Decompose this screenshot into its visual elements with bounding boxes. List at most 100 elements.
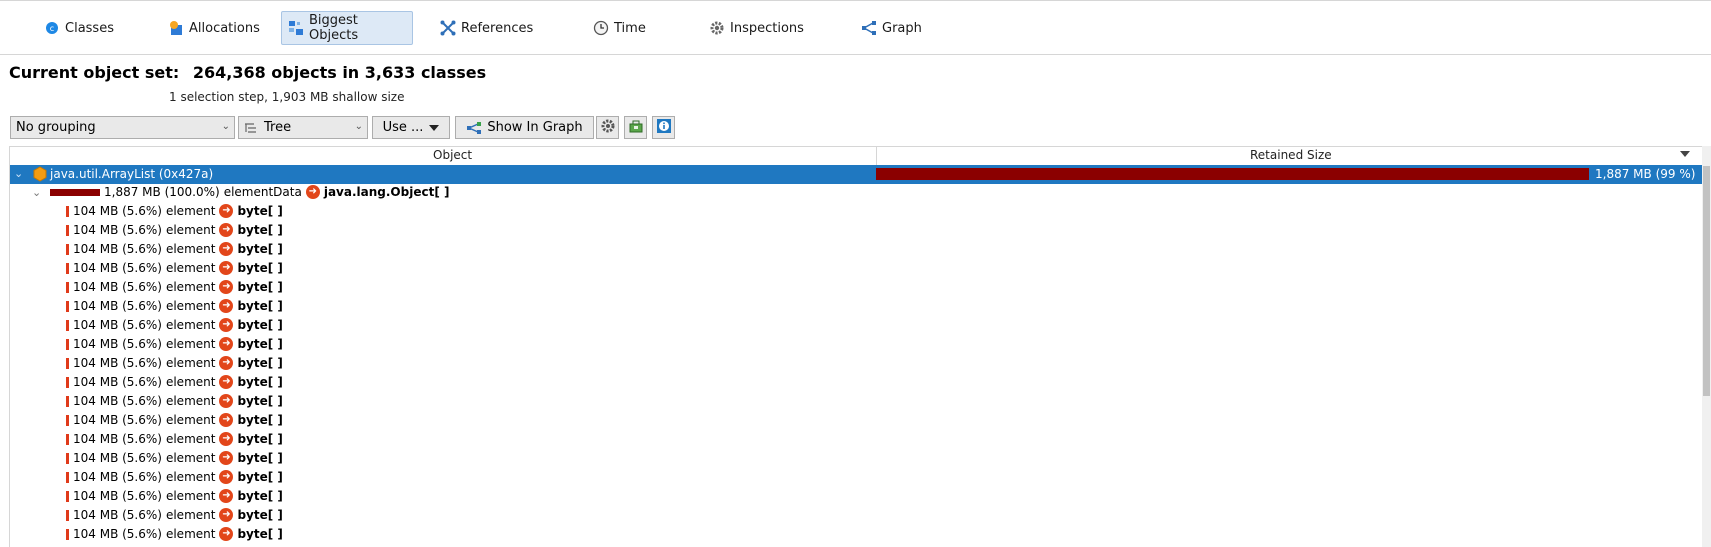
use-button[interactable]: Use ... [372,116,450,139]
chevron-down-icon: ⌄ [221,121,230,132]
grouping-select[interactable]: No grouping ⌄ [10,116,235,139]
row-field: element [165,375,216,389]
allocations-icon [168,20,184,36]
table-row[interactable]: 104 MB (5.6%) element ➜ byte[ ] [10,431,1702,450]
references-icon [440,20,456,36]
table-row[interactable]: 104 MB (5.6%) element ➜ byte[ ] [10,298,1702,317]
row-field: element [165,508,216,522]
row-size: 104 MB (5.6%) [73,356,162,370]
column-divider[interactable] [876,147,877,165]
tab-biggest-objects[interactable]: Biggest Objects [281,11,413,45]
class-instance-icon [32,166,48,182]
retained-percent-bar [66,433,69,445]
row-field: element [165,470,216,484]
row-type: byte[ ] [237,527,283,541]
show-in-graph-button[interactable]: Show In Graph [455,116,594,139]
graph-icon [861,20,877,36]
tab-inspections[interactable]: Inspections [703,11,810,45]
row-size: 104 MB (5.6%) [73,527,162,541]
chevron-down-icon[interactable]: ⌄ [14,167,23,180]
table-row[interactable]: 104 MB (5.6%) element ➜ byte[ ] [10,469,1702,488]
table-row-root[interactable]: ⌄ java.util.ArrayList (0x427a) 1,887 MB … [10,165,1702,184]
table-row[interactable]: 104 MB (5.6%) element ➜ byte[ ] [10,526,1702,545]
column-header-object[interactable]: Object [433,148,472,162]
row-type: byte[ ] [237,508,283,522]
row-type: byte[ ] [237,489,283,503]
column-header-retained-size[interactable]: Retained Size [1250,148,1332,162]
row-size: 104 MB (5.6%) [73,318,162,332]
row-size: 104 MB (5.6%) [73,299,162,313]
settings-button[interactable] [596,116,619,139]
row-size: 104 MB (5.6%) [73,432,162,446]
row-size: 104 MB (5.6%) [73,337,162,351]
row-size: 104 MB (5.6%) [73,261,162,275]
gear-icon [709,20,725,36]
chevron-down-icon: ⌄ [354,121,363,132]
row-type: byte[ ] [237,299,283,313]
row-field: element [165,394,216,408]
row-size: 104 MB (5.6%) [73,204,162,218]
vertical-scrollbar[interactable] [1702,146,1711,547]
table-row[interactable]: 104 MB (5.6%) element ➜ byte[ ] [10,222,1702,241]
row-field: element [165,451,216,465]
table-row[interactable]: 104 MB (5.6%) element ➜ byte[ ] [10,317,1702,336]
view-mode-value: Tree [264,120,292,135]
retained-percent-bar [66,395,69,407]
tab-time[interactable]: Time [587,11,652,45]
row-size: 104 MB (5.6%) [73,223,162,237]
scrollbar-thumb[interactable] [1703,166,1710,396]
row-field: element [165,242,216,256]
tab-classes[interactable]: c Classes [38,11,120,45]
export-button[interactable] [624,116,647,139]
tab-references[interactable]: References [434,11,539,45]
table-row[interactable]: 104 MB (5.6%) element ➜ byte[ ] [10,412,1702,431]
table-row[interactable]: 104 MB (5.6%) element ➜ byte[ ] [10,260,1702,279]
retained-percent-bar [66,338,69,350]
grouping-value: No grouping [16,120,96,135]
retained-percent-bar [66,243,69,255]
table-row[interactable]: 104 MB (5.6%) element ➜ byte[ ] [10,374,1702,393]
table-row[interactable]: 104 MB (5.6%) element ➜ byte[ ] [10,355,1702,374]
row-type: byte[ ] [237,394,283,408]
table-row[interactable]: 104 MB (5.6%) element ➜ byte[ ] [10,507,1702,526]
reference-arrow-icon: ➜ [219,489,234,503]
row-size: 104 MB (5.6%) [73,242,162,256]
row-size: 104 MB (5.6%) [73,451,162,465]
retained-size-bar [876,168,1589,180]
table-row[interactable]: 104 MB (5.6%) element ➜ byte[ ] [10,279,1702,298]
row-type: byte[ ] [237,223,283,237]
table-row[interactable]: 104 MB (5.6%) element ➜ byte[ ] [10,488,1702,507]
table-row[interactable]: 104 MB (5.6%) element ➜ byte[ ] [10,203,1702,222]
tree-icon [244,122,258,134]
object-set-label: Current object set: [9,63,180,82]
view-mode-select[interactable]: Tree ⌄ [238,116,368,139]
row-size: 104 MB (5.6%) [73,413,162,427]
table-row-elementdata[interactable]: ⌄ 1,887 MB (100.0%) elementData ➜ java.l… [10,184,1702,203]
tab-allocations[interactable]: Allocations [162,11,266,45]
tab-graph[interactable]: Graph [855,11,928,45]
reference-arrow-icon: ➜ [219,413,234,427]
show-in-graph-label: Show In Graph [487,120,583,135]
retained-percent-bar [66,414,69,426]
tab-label: Biggest Objects [309,13,359,43]
row-field: element [165,356,216,370]
sort-descending-icon [1680,151,1690,157]
retained-percent-bar [66,357,69,369]
table-header: Object Retained Size [10,146,1702,166]
table-row[interactable]: 104 MB (5.6%) element ➜ byte[ ] [10,241,1702,260]
retained-percent-bar [66,262,69,274]
table-row[interactable]: 104 MB (5.6%) element ➜ byte[ ] [10,393,1702,412]
biggest-objects-icon [288,20,304,36]
row-type: byte[ ] [237,337,283,351]
info-button[interactable] [652,116,675,139]
table-row[interactable]: 104 MB (5.6%) element ➜ byte[ ] [10,336,1702,355]
reference-arrow-icon: ➜ [219,280,234,294]
table-row[interactable]: 104 MB (5.6%) element ➜ byte[ ] [10,450,1702,469]
tab-label: References [461,20,534,36]
retained-percent-bar [66,376,69,388]
reference-arrow-icon: ➜ [219,451,234,465]
row-type: byte[ ] [237,356,283,370]
row-size: 104 MB (5.6%) [73,489,162,503]
chevron-down-icon[interactable]: ⌄ [32,186,41,199]
tab-label: Allocations [189,20,260,36]
